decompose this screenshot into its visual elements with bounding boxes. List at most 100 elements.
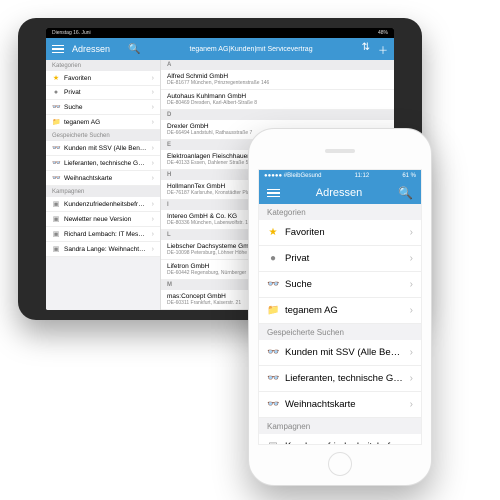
- sidebar-item[interactable]: ▣Richard Lembach: IT Messe 2…›: [46, 227, 160, 242]
- hamburger-icon[interactable]: [267, 189, 280, 198]
- sidebar-item[interactable]: ▣Sandra Lange: Weihnachtsma…›: [46, 242, 160, 257]
- sidebar-item[interactable]: 👓Kunden mit SSV (Alle Benutzer)›: [46, 141, 160, 156]
- item-icon: 👓: [52, 159, 60, 167]
- alpha-header: A: [161, 60, 394, 70]
- item-icon: 👓: [267, 347, 279, 358]
- chevron-right-icon: ›: [410, 373, 413, 384]
- sidebar-item[interactable]: ★Favoriten›: [46, 71, 160, 86]
- list-item[interactable]: 👓Kunden mit SSV (Alle Benutzer)›: [259, 340, 421, 366]
- item-icon: 📁: [52, 118, 60, 126]
- item-icon: 👓: [267, 399, 279, 410]
- list-item[interactable]: ★Favoriten›: [259, 220, 421, 246]
- item-label: Sandra Lange: Weihnachtsma…: [64, 246, 148, 253]
- contact-name: Autohaus Kuhlmann GmbH: [167, 93, 388, 100]
- phone-speaker: [325, 149, 355, 153]
- tablet-header: Adressen 🔍 teganem AG|Kunden|mit Service…: [46, 38, 394, 60]
- contact-name: Alfred Schmid GmbH: [167, 73, 388, 80]
- chevron-right-icon: ›: [410, 399, 413, 410]
- chevron-right-icon: ›: [152, 145, 154, 152]
- search-icon[interactable]: 🔍: [398, 186, 413, 200]
- tablet-status-bar: Dienstag 16. Juni 48%: [46, 28, 394, 38]
- item-label: Newletter neue Version: [64, 216, 148, 223]
- item-label: Weihnachtskarte: [285, 399, 404, 410]
- phone-status-bar: ●●●●● #BleibGesund 11:12 61 %: [259, 170, 421, 182]
- item-label: Privat: [64, 89, 148, 96]
- section-header: Kampagnen: [259, 418, 421, 434]
- chevron-right-icon: ›: [410, 279, 413, 290]
- item-label: Suche: [285, 279, 404, 290]
- sidebar-item[interactable]: ▣ Kundenzufriedenheitsbefragu… ›: [46, 197, 160, 212]
- tablet-header-actions: ⇅ ＋: [362, 42, 388, 57]
- list-item[interactable]: 📁teganem AG›: [259, 298, 421, 324]
- list-item[interactable]: ● Privat ›: [259, 246, 421, 272]
- tablet-title: Adressen: [72, 44, 110, 54]
- item-icon: ●: [52, 89, 60, 96]
- section-header: Gespeicherte Suchen: [46, 130, 160, 141]
- list-item[interactable]: 👓 Lieferanten, technische Geschäftsführer…: [259, 366, 421, 392]
- sidebar-item[interactable]: 👓 Suche ›: [46, 100, 160, 115]
- phone-header: Adressen 🔍: [259, 182, 421, 204]
- chevron-right-icon: ›: [152, 231, 154, 238]
- item-label: Kundenzufriedenheitsbefragu…: [64, 201, 148, 208]
- status-date: Dienstag 16. Juni: [52, 30, 91, 36]
- item-label: teganem AG: [64, 119, 148, 126]
- item-label: Lieferanten, technische Gesch…: [64, 160, 148, 167]
- status-battery: 48%: [378, 30, 388, 36]
- status-battery: 61 %: [402, 173, 416, 179]
- item-icon: ●: [267, 253, 279, 264]
- filter-icon[interactable]: ⇅: [362, 42, 370, 57]
- item-label: Lieferanten, technische Geschäftsführer: [285, 373, 404, 384]
- status-carrier: ●●●●● #BleibGesund: [264, 173, 321, 179]
- sidebar-item[interactable]: ● Privat ›: [46, 86, 160, 100]
- item-icon: 👓: [52, 144, 60, 152]
- chevron-right-icon: ›: [410, 347, 413, 358]
- chevron-right-icon: ›: [152, 89, 154, 96]
- item-icon: 👓: [267, 373, 279, 384]
- breadcrumb: teganem AG|Kunden|mit Servicevertrag: [140, 46, 361, 53]
- section-header: Kategorien: [46, 60, 160, 71]
- item-label: Kundenzufriedenheitsbefragung: [285, 441, 404, 444]
- sidebar-item[interactable]: 📁teganem AG›: [46, 115, 160, 130]
- phone-home-button[interactable]: [328, 452, 352, 476]
- chevron-right-icon: ›: [152, 160, 154, 167]
- search-icon[interactable]: 🔍: [128, 44, 140, 55]
- item-icon: 👓: [52, 103, 60, 111]
- item-label: Weihnachtskarte: [64, 175, 148, 182]
- item-icon: 👓: [267, 279, 279, 290]
- sidebar-item[interactable]: 👓Weihnachtskarte›: [46, 171, 160, 186]
- phone-device: ●●●●● #BleibGesund 11:12 61 % Adressen 🔍…: [248, 128, 432, 486]
- item-label: teganem AG: [285, 305, 404, 316]
- list-item[interactable]: ▣ Kundenzufriedenheitsbefragung ›: [259, 434, 421, 444]
- phone-screen: ●●●●● #BleibGesund 11:12 61 % Adressen 🔍…: [258, 169, 422, 445]
- chevron-right-icon: ›: [410, 253, 413, 264]
- add-icon[interactable]: ＋: [378, 42, 388, 57]
- list-item[interactable]: 👓 Weihnachtskarte ›: [259, 392, 421, 418]
- sidebar-item[interactable]: 👓 Lieferanten, technische Gesch… ›: [46, 156, 160, 171]
- list-item[interactable]: 👓 Suche ›: [259, 272, 421, 298]
- item-icon: ▣: [52, 200, 60, 208]
- hamburger-icon[interactable]: [52, 45, 64, 53]
- chevron-right-icon: ›: [152, 104, 154, 111]
- status-time: 11:12: [355, 173, 370, 179]
- item-icon: ▣: [52, 245, 60, 253]
- section-header: Kategorien: [259, 204, 421, 220]
- item-label: Favoriten: [285, 227, 404, 238]
- item-icon: ▣: [52, 215, 60, 223]
- chevron-right-icon: ›: [152, 201, 154, 208]
- item-label: Suche: [64, 104, 148, 111]
- item-icon: ★: [52, 74, 60, 82]
- phone-title: Adressen: [316, 187, 362, 199]
- contact-row[interactable]: Autohaus Kuhlmann GmbHDE-80469 Dresden, …: [161, 90, 394, 110]
- chevron-right-icon: ›: [410, 441, 413, 444]
- item-label: Favoriten: [64, 75, 148, 82]
- section-header: Gespeicherte Suchen: [259, 324, 421, 340]
- chevron-right-icon: ›: [152, 175, 154, 182]
- item-label: Privat: [285, 253, 404, 264]
- tablet-sidebar: Kategorien ★ Favoriten › ● Privat › 👓 Suche › 📁 teg…: [46, 60, 161, 310]
- alpha-header: D: [161, 110, 394, 120]
- item-label: Richard Lembach: IT Messe 2…: [64, 231, 148, 238]
- item-icon: ▣: [267, 441, 279, 444]
- phone-body: Kategorien★Favoriten› ● Privat › 👓 Suche › 📁teg…: [259, 204, 421, 444]
- sidebar-item[interactable]: ▣Newletter neue Version›: [46, 212, 160, 227]
- contact-row[interactable]: Alfred Schmid GmbHDE-81677 München, Prin…: [161, 70, 394, 90]
